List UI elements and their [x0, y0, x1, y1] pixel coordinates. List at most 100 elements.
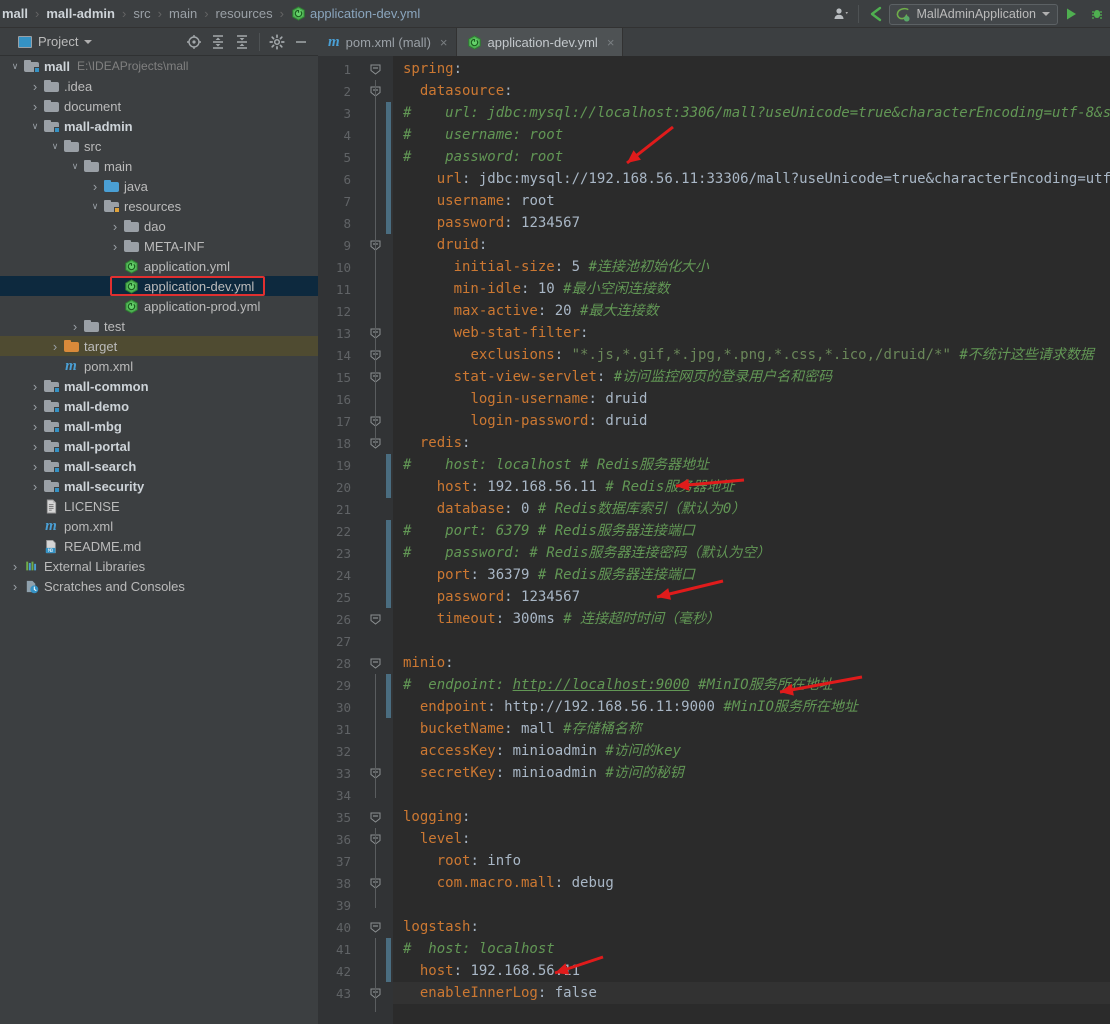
code-line[interactable]: port: 36379 # Redis服务器连接端口	[393, 564, 695, 586]
chevron-right-icon[interactable]: ›	[28, 79, 42, 94]
vcs-change-marker[interactable]	[386, 212, 391, 234]
vcs-change-marker[interactable]	[386, 960, 391, 982]
editor-code-area[interactable]: spring: datasource:# url: jdbc:mysql://l…	[393, 56, 1110, 1024]
close-icon[interactable]: ×	[440, 35, 448, 50]
code-fold-toggle[interactable]	[370, 614, 381, 625]
code-fold-toggle[interactable]	[370, 658, 381, 669]
code-line[interactable]: web-stat-filter:	[393, 322, 588, 344]
code-line[interactable]: host: 192.168.56.11 # Redis服务器地址	[393, 476, 734, 498]
code-line[interactable]	[393, 894, 403, 916]
chevron-right-icon[interactable]: ›	[28, 479, 42, 494]
code-line[interactable]: minio:	[393, 652, 454, 674]
code-line[interactable]: com.macro.mall: debug	[393, 872, 614, 894]
back-arrow-icon[interactable]	[863, 0, 889, 28]
tree-item-mall-mbg[interactable]: ›mall-mbg	[0, 416, 318, 436]
code-line[interactable]: # host: localhost # Redis服务器地址	[393, 454, 709, 476]
breadcrumb-item-application-dev-yml[interactable]: application-dev.yml	[289, 6, 422, 21]
vcs-change-marker[interactable]	[386, 168, 391, 190]
breadcrumb-item-src[interactable]: src	[131, 6, 152, 21]
code-fold-toggle[interactable]	[370, 64, 381, 75]
vcs-change-marker[interactable]	[386, 564, 391, 586]
vcs-change-marker[interactable]	[386, 102, 391, 124]
chevron-down-icon[interactable]: ∨	[88, 201, 102, 212]
code-line[interactable]: datasource:	[393, 80, 513, 102]
chevron-right-icon[interactable]: ›	[28, 439, 42, 454]
code-line[interactable]: url: jdbc:mysql://192.168.56.11:33306/ma…	[393, 168, 1110, 190]
vcs-change-marker[interactable]	[386, 674, 391, 696]
chevron-right-icon[interactable]: ›	[48, 339, 62, 354]
chevron-right-icon[interactable]: ›	[108, 219, 122, 234]
close-icon[interactable]: ×	[607, 35, 615, 50]
chevron-down-icon[interactable]: ∨	[48, 141, 62, 152]
vcs-change-marker[interactable]	[386, 586, 391, 608]
vcs-change-marker[interactable]	[386, 520, 391, 542]
project-view-selector[interactable]: Project	[0, 34, 92, 49]
code-line[interactable]: database: 0 # Redis数据库索引（默认为0）	[393, 498, 745, 520]
code-line[interactable]: secretKey: minioadmin #访问的秘钥	[393, 762, 684, 784]
code-line[interactable]: # host: localhost	[393, 938, 555, 960]
code-line[interactable]: level:	[393, 828, 470, 850]
tree-item-application.yml[interactable]: application.yml	[0, 256, 318, 276]
vcs-change-marker[interactable]	[386, 938, 391, 960]
tree-item-pom.xml[interactable]: mpom.xml	[0, 516, 318, 536]
tree-item-meta-inf[interactable]: ›META-INF	[0, 236, 318, 256]
tree-item-main[interactable]: ∨main	[0, 156, 318, 176]
tree-item-mall[interactable]: ∨mallE:\IDEAProjects\mall	[0, 56, 318, 76]
tree-item-application-prod.yml[interactable]: application-prod.yml	[0, 296, 318, 316]
chevron-right-icon[interactable]: ›	[88, 179, 102, 194]
code-line[interactable]: bucketName: mall #存储桶名称	[393, 718, 642, 740]
tree-item-mall-search[interactable]: ›mall-search	[0, 456, 318, 476]
chevron-right-icon[interactable]: ›	[28, 99, 42, 114]
tree-item-scratches-and-consoles[interactable]: › Scratches and Consoles	[0, 576, 318, 596]
vcs-change-marker[interactable]	[386, 542, 391, 564]
code-line[interactable]: # url: jdbc:mysql://localhost:3306/mall?…	[393, 102, 1110, 124]
code-editor[interactable]: 1234567891011121314151617181920212223242…	[318, 56, 1110, 1024]
chevron-down-icon[interactable]	[1042, 12, 1050, 16]
code-line[interactable]: max-active: 20 #最大连接数	[393, 300, 658, 322]
breadcrumb-item-main[interactable]: main	[167, 6, 199, 21]
tree-item-external-libraries[interactable]: › External Libraries	[0, 556, 318, 576]
tree-item-.idea[interactable]: ›.idea	[0, 76, 318, 96]
breadcrumb-item-mall[interactable]: mall	[0, 6, 30, 21]
editor-tab-pom.xml[interactable]: mpom.xml (mall)×	[318, 28, 457, 56]
code-line[interactable]: min-idle: 10 #最小空闲连接数	[393, 278, 670, 300]
code-line[interactable]: druid:	[393, 234, 487, 256]
tree-item-application-dev.yml[interactable]: application-dev.yml	[0, 276, 318, 296]
run-play-icon[interactable]	[1058, 0, 1084, 28]
tree-item-mall-demo[interactable]: ›mall-demo	[0, 396, 318, 416]
code-fold-toggle[interactable]	[370, 812, 381, 823]
tree-item-mall-admin[interactable]: ∨mall-admin	[0, 116, 318, 136]
code-line[interactable]: # endpoint: http://localhost:9000 #MinIO…	[393, 674, 833, 696]
code-fold-toggle[interactable]	[370, 922, 381, 933]
editor-gutter[interactable]: 1234567891011121314151617181920212223242…	[318, 56, 393, 1024]
code-line[interactable]: initial-size: 5 #连接池初始化大小	[393, 256, 709, 278]
vcs-change-marker[interactable]	[386, 696, 391, 718]
code-line[interactable]: login-username: druid	[393, 388, 647, 410]
chevron-right-icon[interactable]: ›	[28, 459, 42, 474]
code-line[interactable]: timeout: 300ms # 连接超时时间（毫秒）	[393, 608, 720, 630]
code-line[interactable]: logging:	[393, 806, 470, 828]
code-line[interactable]: accessKey: minioadmin #访问的key	[393, 740, 681, 762]
run-configuration-selector[interactable]: MallAdminApplication	[889, 4, 1058, 25]
code-line[interactable]: endpoint: http://192.168.56.11:9000 #Min…	[393, 696, 858, 718]
chevron-right-icon[interactable]: ›	[28, 399, 42, 414]
code-line[interactable]: # port: 6379 # Redis服务器连接端口	[393, 520, 695, 542]
chevron-down-icon[interactable]: ∨	[28, 121, 42, 132]
chevron-down-icon[interactable]: ∨	[8, 61, 22, 72]
editor-tab-application-dev.yml[interactable]: application-dev.yml×	[457, 28, 624, 56]
code-line[interactable]: # password: # Redis服务器连接密码（默认为空）	[393, 542, 770, 564]
tree-item-mall-common[interactable]: ›mall-common	[0, 376, 318, 396]
vcs-change-marker[interactable]	[386, 454, 391, 476]
code-line[interactable]: stat-view-servlet: #访问监控网页的登录用户名和密码	[393, 366, 832, 388]
code-line[interactable]: logstash:	[393, 916, 479, 938]
user-avatar-icon[interactable]	[828, 0, 854, 28]
vcs-change-marker[interactable]	[386, 124, 391, 146]
chevron-right-icon[interactable]: ›	[68, 319, 82, 334]
project-tree[interactable]: ∨mallE:\IDEAProjects\mall›.idea›document…	[0, 56, 318, 1024]
tree-item-mall-security[interactable]: ›mall-security	[0, 476, 318, 496]
tree-item-document[interactable]: ›document	[0, 96, 318, 116]
chevron-down-icon[interactable]	[84, 40, 92, 44]
code-line[interactable]: exclusions: "*.js,*.gif,*.jpg,*.png,*.cs…	[393, 344, 1094, 366]
collapse-all-icon[interactable]	[231, 30, 253, 54]
code-line[interactable]	[393, 784, 403, 806]
